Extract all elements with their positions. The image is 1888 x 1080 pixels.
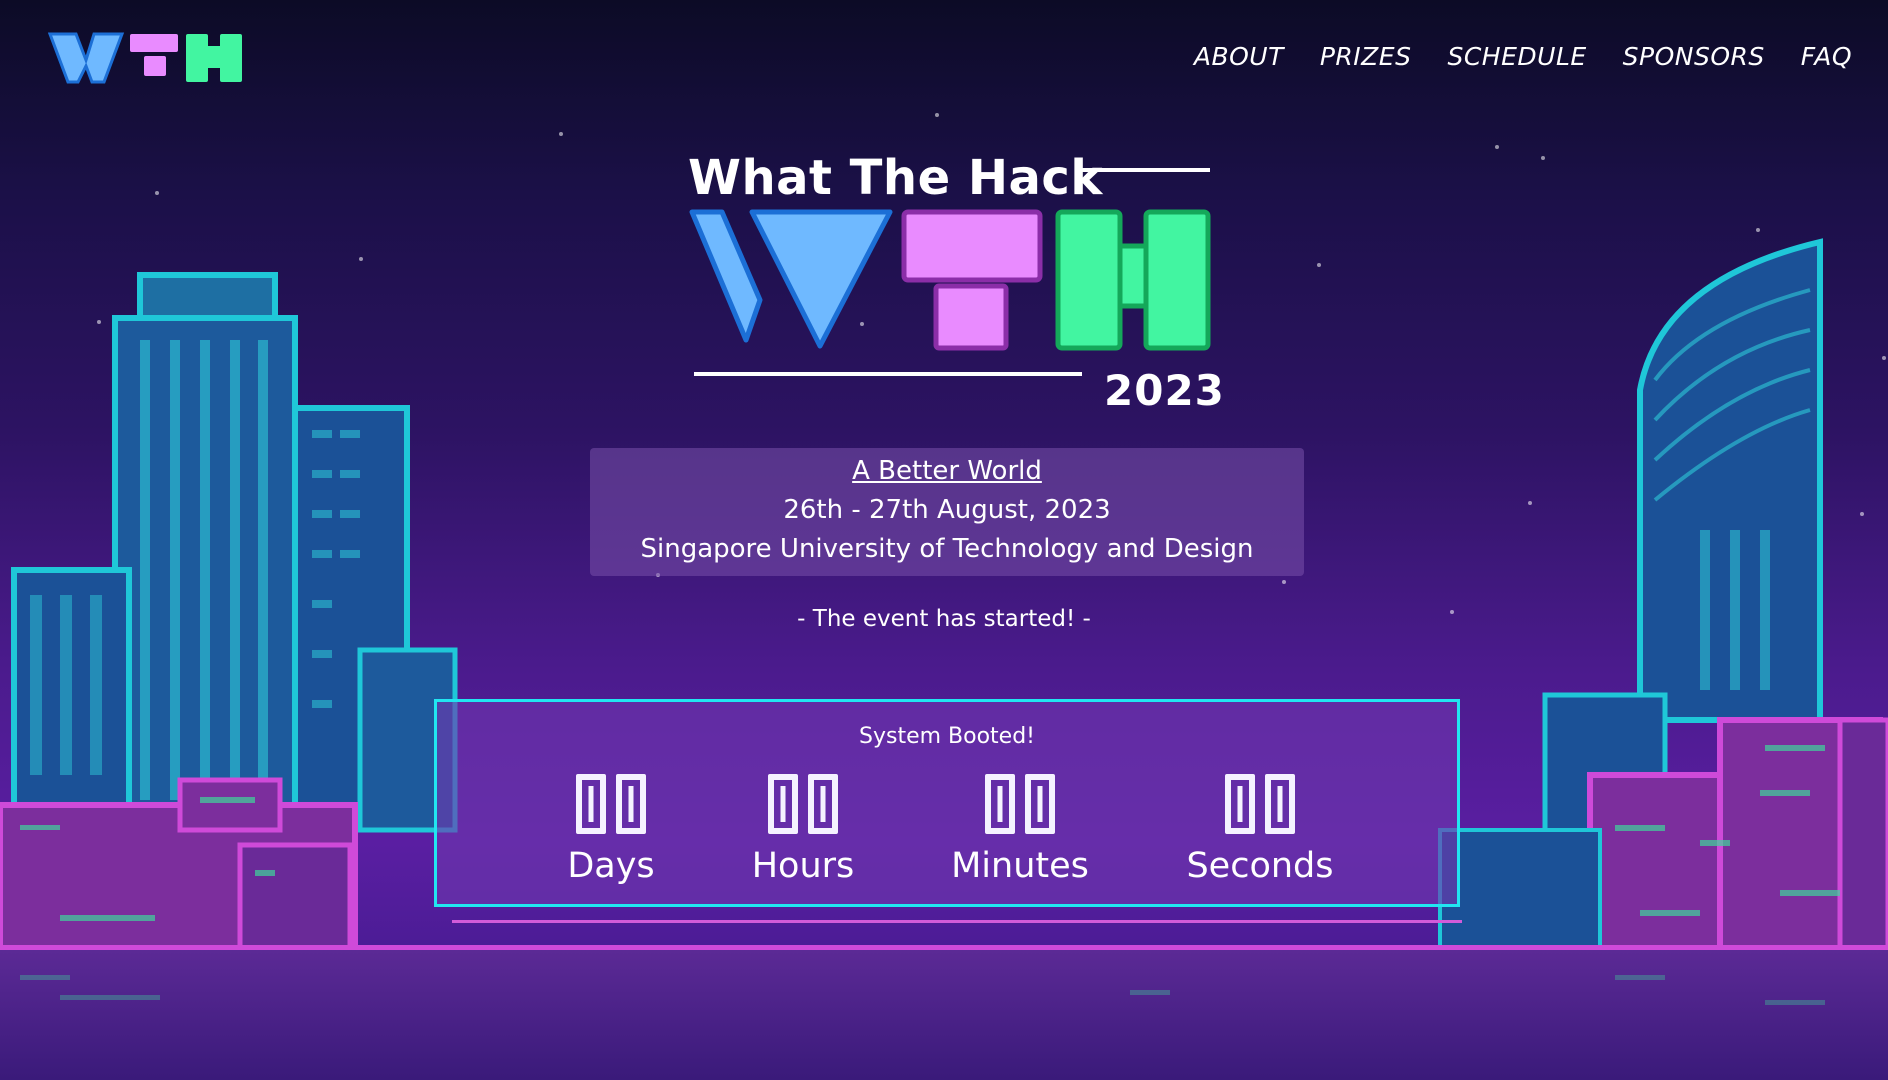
countdown-days-label: Days xyxy=(567,846,655,886)
digit-zero xyxy=(808,774,838,834)
countdown-minutes-digits xyxy=(920,774,1120,838)
event-venue: Singapore University of Technology and D… xyxy=(640,534,1254,564)
countdown-hours-digits xyxy=(703,774,903,838)
digit-zero xyxy=(1025,774,1055,834)
digit-zero xyxy=(616,774,646,834)
countdown-minutes: Minutes xyxy=(920,774,1120,886)
countdown-seconds: Seconds xyxy=(1160,774,1360,886)
digit-zero xyxy=(768,774,798,834)
nav-sponsors-link[interactable]: SPONSORS xyxy=(1623,42,1765,71)
left-tower xyxy=(11,272,458,833)
nav-prizes-link[interactable]: PRIZES xyxy=(1320,42,1412,71)
countdown-minutes-label: Minutes xyxy=(951,846,1089,886)
digit-zero xyxy=(576,774,606,834)
event-dates: 26th - 27th August, 2023 xyxy=(783,495,1111,525)
countdown-panel: System Booted! Days Hours Minutes Second… xyxy=(434,699,1460,907)
countdown-days-digits xyxy=(511,774,711,838)
street-reflection xyxy=(0,948,1888,1080)
countdown-hours: Hours xyxy=(703,774,903,886)
countdown-hours-label: Hours xyxy=(751,846,855,886)
nav-schedule-link[interactable]: SCHEDULE xyxy=(1447,42,1586,71)
digit-zero xyxy=(1265,774,1295,834)
countdown-seconds-label: Seconds xyxy=(1186,846,1334,886)
event-status-text: - The event has started! - xyxy=(797,606,1091,632)
wth-logo-small[interactable] xyxy=(48,30,244,86)
countdown-title: System Booted! xyxy=(859,724,1035,749)
hero-year: 2023 xyxy=(1104,366,1225,415)
hero-title: What The Hack xyxy=(688,150,1103,206)
event-info-card: A Better World 26th - 27th August, 2023 … xyxy=(590,448,1304,576)
countdown-days: Days xyxy=(511,774,711,886)
nav-about-link[interactable]: ABOUT xyxy=(1194,42,1284,71)
nav-faq-link[interactable]: FAQ xyxy=(1801,42,1852,71)
digit-zero xyxy=(985,774,1015,834)
digit-zero xyxy=(1225,774,1255,834)
horizon-line xyxy=(0,945,1888,950)
countdown-seconds-digits xyxy=(1160,774,1360,838)
event-theme-link[interactable]: A Better World xyxy=(590,452,1304,491)
main-nav: ABOUT PRIZES SCHEDULE SPONSORS FAQ xyxy=(1194,42,1852,71)
countdown-underline xyxy=(452,920,1462,923)
